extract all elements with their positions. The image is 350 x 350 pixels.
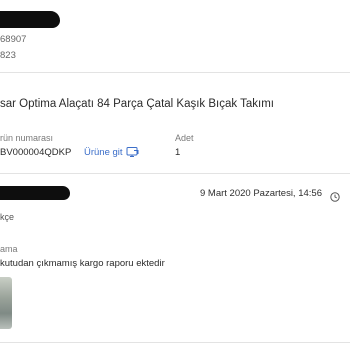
return-reason: kçe bbox=[0, 212, 15, 222]
divider bbox=[0, 342, 350, 343]
product-title: sar Optima Alaçatı 84 Parça Çatal Kaşık … bbox=[0, 98, 274, 110]
part-number-label: rün numarası bbox=[0, 133, 54, 143]
description-text: kutudan çıkmamış kargo raporu ektedir bbox=[0, 258, 165, 269]
redacted-customer-name bbox=[0, 11, 60, 28]
order-sub-number: 823 bbox=[0, 50, 16, 61]
go-to-product-label: Ürüne git bbox=[84, 146, 123, 158]
go-to-product-link[interactable]: Ürüne git bbox=[84, 146, 139, 158]
external-link-icon bbox=[126, 146, 139, 158]
divider bbox=[0, 72, 350, 73]
clock-icon[interactable] bbox=[330, 189, 340, 207]
divider bbox=[0, 173, 350, 174]
quantity-value: 1 bbox=[175, 147, 181, 158]
quantity-label: Adet bbox=[175, 133, 194, 143]
part-number-value: BV000004QDKP bbox=[0, 147, 72, 158]
return-detail-page: 68907 823 sar Optima Alaçatı 84 Parça Ça… bbox=[0, 0, 350, 350]
attachment-thumbnail[interactable] bbox=[0, 277, 12, 329]
order-number: 68907 bbox=[0, 34, 27, 45]
redacted-requester-name bbox=[0, 186, 70, 200]
request-date: 9 Mart 2020 Pazartesi, 14:56 bbox=[200, 188, 322, 199]
description-label: ama bbox=[0, 244, 18, 254]
